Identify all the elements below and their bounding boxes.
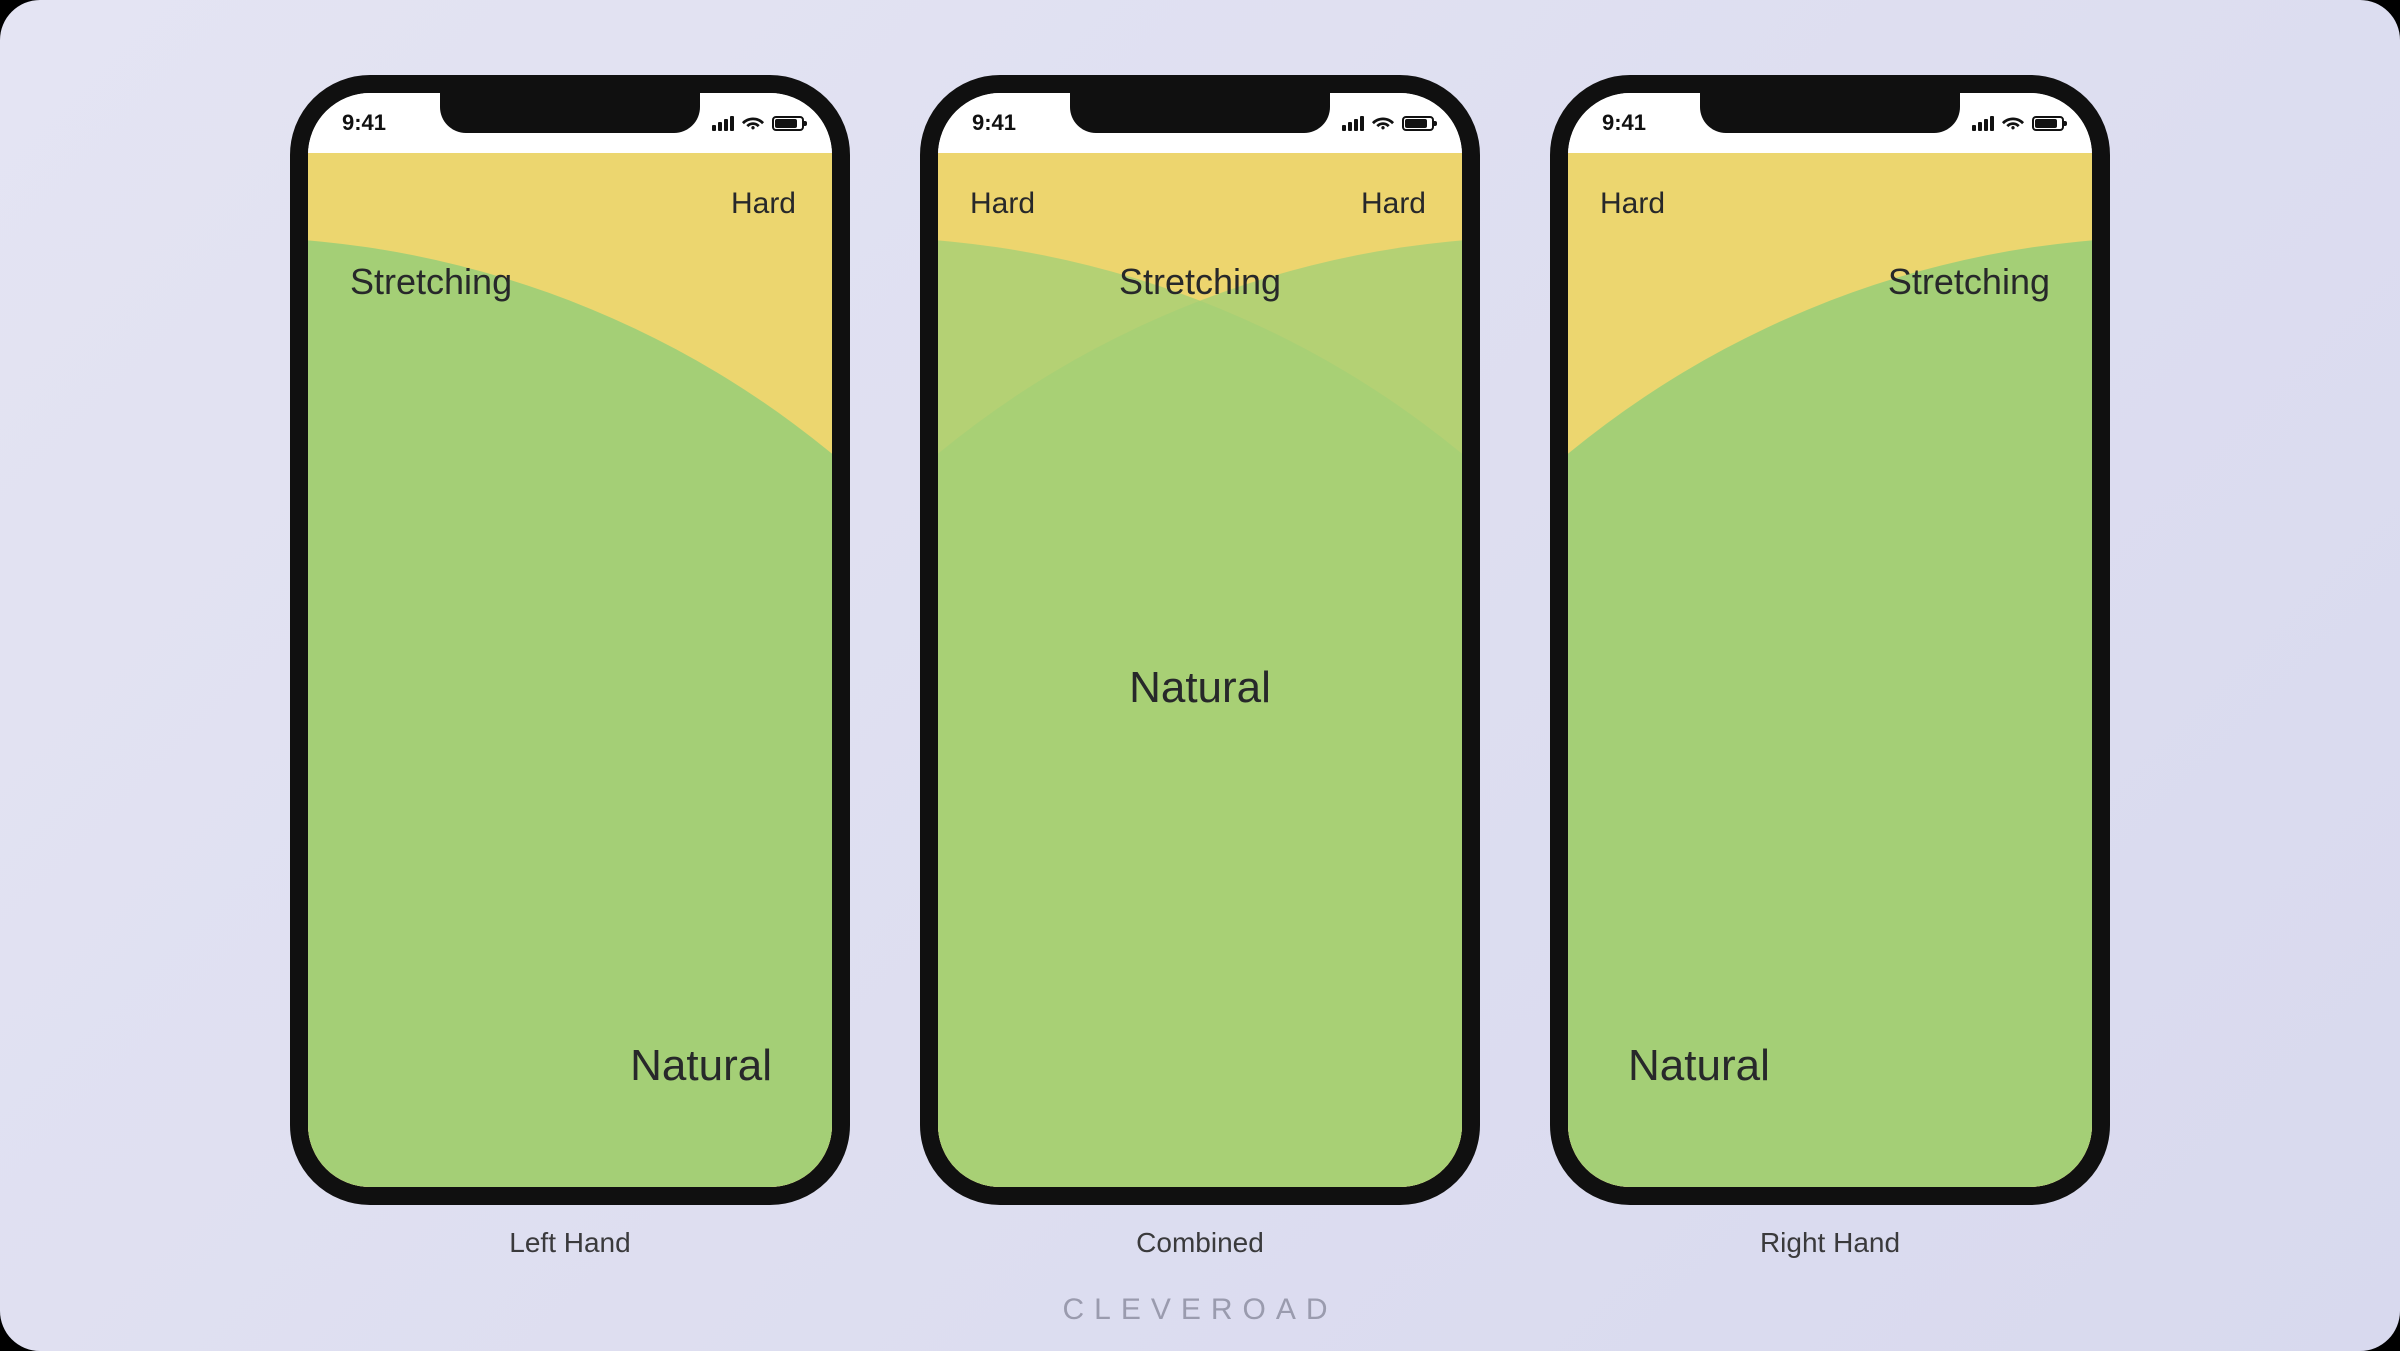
phone-notch: [440, 91, 700, 133]
label-stretching: Stretching: [1888, 261, 2050, 303]
label-hard: Hard: [1600, 187, 1665, 221]
phone-notch: [1700, 91, 1960, 133]
brand-watermark: CLEVEROAD: [0, 1293, 2400, 1327]
phone-notch: [1070, 91, 1330, 133]
battery-icon: [2032, 116, 2064, 131]
label-hard-right: Hard: [1361, 187, 1426, 221]
diagram-canvas: 9:41 Hard Stretching Natura: [0, 0, 2400, 1351]
wifi-icon: [742, 115, 764, 131]
cellular-icon: [1342, 115, 1364, 131]
cellular-icon: [712, 115, 734, 131]
phone-col-combined: 9:41 Hard Har: [920, 75, 1480, 1259]
label-stretching: Stretching: [1119, 261, 1281, 303]
phone-left-hand: 9:41 Hard Stretching Natura: [290, 75, 850, 1205]
status-time: 9:41: [972, 110, 1016, 136]
caption-combined: Combined: [1136, 1227, 1264, 1259]
phone-right-hand: 9:41 Hard Stretching Natura: [1550, 75, 2110, 1205]
thumb-zones-left: [308, 153, 832, 1187]
thumb-zones-right: [1568, 153, 2092, 1187]
status-icons: [1342, 115, 1434, 131]
label-natural: Natural: [1129, 663, 1271, 713]
battery-icon: [1402, 116, 1434, 131]
status-icons: [712, 115, 804, 131]
label-natural: Natural: [630, 1041, 772, 1091]
status-icons: [1972, 115, 2064, 131]
caption-left: Left Hand: [509, 1227, 630, 1259]
wifi-icon: [1372, 115, 1394, 131]
phone-col-left: 9:41 Hard Stretching Natura: [290, 75, 850, 1259]
battery-icon: [772, 116, 804, 131]
label-stretching: Stretching: [350, 261, 512, 303]
label-natural: Natural: [1628, 1041, 1770, 1091]
status-time: 9:41: [342, 110, 386, 136]
phones-row: 9:41 Hard Stretching Natura: [0, 75, 2400, 1259]
label-hard-left: Hard: [970, 187, 1035, 221]
phone-combined: 9:41 Hard Har: [920, 75, 1480, 1205]
caption-right: Right Hand: [1760, 1227, 1900, 1259]
wifi-icon: [2002, 115, 2024, 131]
phone-col-right: 9:41 Hard Stretching Natura: [1550, 75, 2110, 1259]
status-time: 9:41: [1602, 110, 1646, 136]
cellular-icon: [1972, 115, 1994, 131]
label-hard: Hard: [731, 187, 796, 221]
